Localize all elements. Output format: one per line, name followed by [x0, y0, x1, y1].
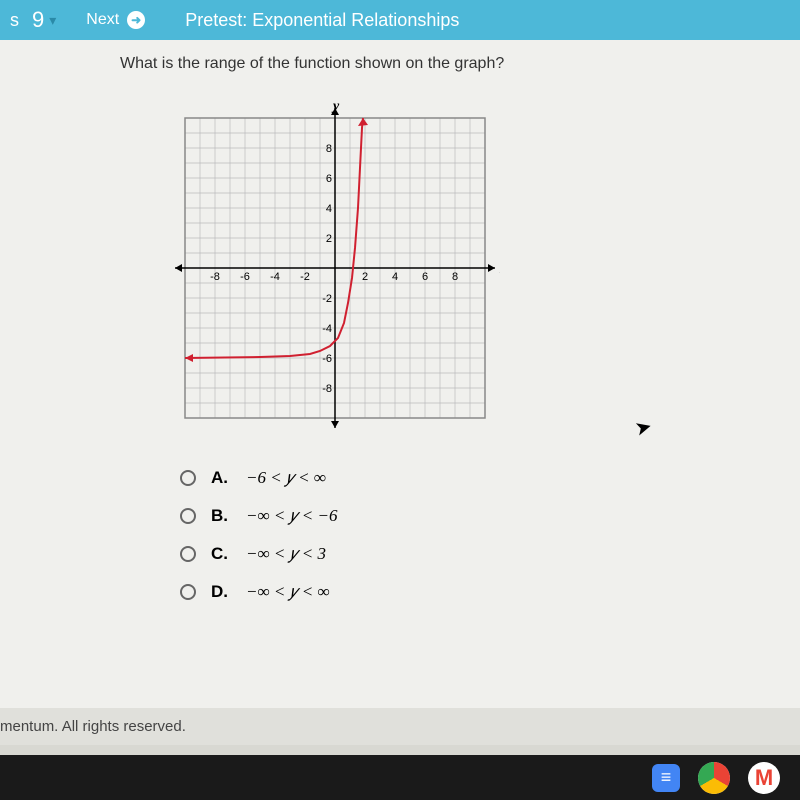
gmail-icon[interactable]: M [748, 762, 780, 794]
svg-text:-2: -2 [300, 271, 310, 283]
footer: mentum. All rights reserved. [0, 708, 800, 745]
s-prefix: s [10, 10, 19, 31]
radio-icon[interactable] [180, 584, 196, 600]
svg-text:6: 6 [422, 271, 428, 283]
graph-svg: y x -8 -6 -4 -2 2 4 6 8 8 6 4 2 -2 -4 -6 -8 [170, 98, 500, 438]
svg-text:-2: -2 [322, 293, 332, 305]
radio-icon[interactable] [180, 470, 196, 486]
svg-text:8: 8 [452, 271, 458, 283]
chrome-icon[interactable] [698, 762, 730, 794]
content-area: What is the range of the function shown … [0, 40, 800, 720]
svg-text:-6: -6 [240, 271, 250, 283]
option-text: −∞ < 𝑦 < 3 [246, 544, 326, 564]
svg-text:4: 4 [326, 203, 332, 215]
svg-text:-8: -8 [210, 271, 220, 283]
answer-option-d[interactable]: D. −∞ < 𝑦 < ∞ [180, 582, 780, 602]
option-label: C. [211, 544, 231, 564]
svg-text:y: y [331, 99, 340, 114]
taskbar: ≡ M [0, 755, 800, 800]
svg-text:-4: -4 [322, 323, 332, 335]
arrow-right-icon: ➜ [127, 11, 145, 29]
answer-option-c[interactable]: C. −∞ < 𝑦 < 3 [180, 544, 780, 564]
svg-text:-8: -8 [322, 383, 332, 395]
radio-icon[interactable] [180, 546, 196, 562]
next-label: Next [86, 11, 119, 29]
header-bar: s 9 ▾ Next ➜ Pretest: Exponential Relati… [0, 0, 800, 40]
option-text: −∞ < 𝑦 < ∞ [246, 582, 330, 602]
option-text: −6 < 𝑦 < ∞ [246, 468, 326, 488]
svg-text:x: x [499, 262, 500, 277]
question-number[interactable]: 9 [32, 7, 44, 33]
question-text: What is the range of the function shown … [120, 55, 780, 73]
answer-option-b[interactable]: B. −∞ < 𝑦 < −6 [180, 506, 780, 526]
svg-text:-6: -6 [322, 353, 332, 365]
radio-icon[interactable] [180, 508, 196, 524]
chevron-down-icon[interactable]: ▾ [49, 12, 56, 29]
answer-option-a[interactable]: A. −6 < 𝑦 < ∞ [180, 468, 780, 488]
option-text: −∞ < 𝑦 < −6 [246, 506, 337, 526]
svg-text:-4: -4 [270, 271, 280, 283]
svg-text:2: 2 [326, 233, 332, 245]
next-button[interactable]: Next ➜ [86, 11, 145, 29]
answer-list: A. −6 < 𝑦 < ∞ B. −∞ < 𝑦 < −6 C. −∞ < 𝑦 <… [180, 468, 780, 602]
option-label: B. [211, 506, 231, 526]
option-label: D. [211, 582, 231, 602]
docs-icon[interactable]: ≡ [652, 764, 680, 792]
svg-text:4: 4 [392, 271, 398, 283]
page-title: Pretest: Exponential Relationships [185, 10, 459, 31]
svg-text:8: 8 [326, 143, 332, 155]
svg-text:2: 2 [362, 271, 368, 283]
svg-text:6: 6 [326, 173, 332, 185]
graph: y x -8 -6 -4 -2 2 4 6 8 8 6 4 2 -2 -4 -6 -8 [170, 98, 500, 438]
option-label: A. [211, 468, 231, 488]
